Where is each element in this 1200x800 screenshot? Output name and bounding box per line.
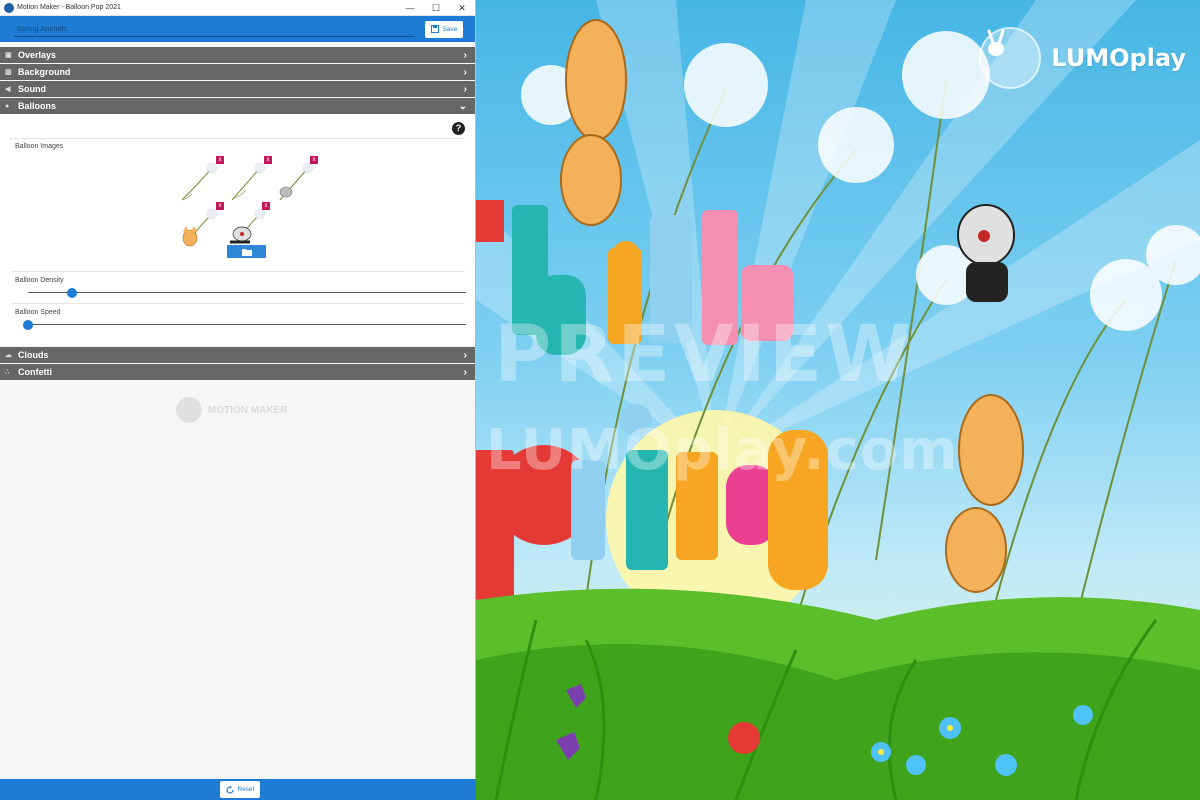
chevron-right-icon: › [463,49,467,61]
delete-image-button[interactable]: x [264,156,272,164]
help-icon[interactable]: ? [452,122,465,135]
section-overlays-label: Overlays [18,50,57,60]
chevron-right-icon: › [463,349,467,361]
balloon-density-label: Balloon Density [15,277,64,284]
motion-maker-watermark-text: MOTION MAKER [208,404,288,416]
cloud-icon: ☁ [5,352,12,359]
reset-button[interactable]: Reset [220,781,260,798]
section-confetti[interactable]: ∴ Confetti › [0,364,475,380]
dandelion-thumb-icon [231,162,266,201]
save-button[interactable]: Save [425,20,463,38]
balloon-icon: ● [5,102,10,110]
motion-maker-watermark: MOTION MAKER [176,397,287,423]
divider [10,303,465,304]
section-background-label: Background [18,67,71,77]
top-toolbar: Save [0,16,475,42]
lumoplay-rabbit-icon [979,27,1042,89]
lumoplay-logo-text: LUMOplay [1051,44,1186,72]
save-button-label: Save [442,25,458,33]
balloon-speed-label: Balloon Speed [15,309,61,316]
balloon-speed-slider[interactable] [23,320,466,330]
preview-watermark-url: LUMOplay.com [486,418,959,483]
maximize-button[interactable]: ☐ [423,0,449,16]
minimize-button[interactable]: — [397,0,423,16]
confetti-icon: ∴ [5,369,10,376]
bottom-toolbar: Reset [0,779,476,800]
balloon-density-thumb[interactable] [66,288,77,298]
balloon-density-slider[interactable] [28,288,466,298]
balloon-image-thumb[interactable]: x [226,156,272,204]
folder-open-icon [241,248,252,256]
lumoplay-logo: LUMOplay [979,27,1186,89]
delete-image-button[interactable]: x [262,202,270,210]
motion-maker-window: Motion Maker - Balloon Pop 2021 — ☐ ✕ Sa… [0,0,476,800]
reset-button-label: Reset [237,786,255,793]
add-image-button[interactable] [227,245,266,258]
fox-dandelion-thumb-icon [182,208,218,247]
balloon-image-thumb[interactable]: x [272,156,318,204]
chevron-right-icon: › [463,366,467,378]
chevron-right-icon: › [463,83,467,95]
window-title: Motion Maker - Balloon Pop 2021 [17,4,121,11]
balloon-image-thumb[interactable]: x [178,202,224,250]
chevron-right-icon: › [463,66,467,78]
section-background[interactable]: ▨ Background › [0,64,475,80]
section-sound[interactable]: ◀ Sound › [0,81,475,97]
app-icon [4,2,14,13]
preview-watermark-text: PREVIEW [494,310,915,400]
slider-track [28,324,466,325]
balloon-speed-thumb[interactable] [23,320,33,330]
chevron-down-icon: ⌄ [458,100,467,112]
slider-track [28,292,466,293]
section-balloons-label: Balloons [18,101,57,111]
preview-canvas: PREVIEW LUMOplay.com LUMOplay [476,0,1200,800]
spring-scene-illustration [476,0,1200,800]
section-clouds[interactable]: ☁ Clouds › [0,347,475,363]
balloon-images-label: Balloon Images [15,143,64,150]
reset-icon [225,785,234,794]
section-overlays[interactable]: ▣ Overlays › [0,47,475,63]
section-balloons[interactable]: ● Balloons ⌄ [0,98,475,114]
section-confetti-label: Confetti [18,367,52,377]
save-icon [430,25,439,33]
balloons-panel: ? Balloon Images x x x x x Balloon Densi… [0,114,475,346]
delete-image-button[interactable]: x [216,202,224,210]
delete-image-button[interactable]: x [310,156,318,164]
speaker-icon: ◀ [5,86,11,93]
project-name-input[interactable] [14,21,415,37]
overlays-icon: ▣ [5,52,12,59]
squirrel-dandelion-thumb-icon [279,162,314,201]
title-bar: Motion Maker - Balloon Pop 2021 — ☐ ✕ [0,0,475,16]
raccoon-dandelion-thumb-icon [230,208,266,244]
image-icon: ▨ [5,69,12,76]
delete-image-button[interactable]: x [216,156,224,164]
close-button[interactable]: ✕ [449,0,475,16]
divider [10,138,465,139]
motion-maker-logo-icon [176,397,202,423]
divider [10,271,465,272]
section-sound-label: Sound [18,84,46,94]
dandelion-thumb-icon [181,162,218,201]
balloon-image-thumb[interactable]: x [178,156,224,204]
balloon-image-thumb[interactable]: x [224,202,270,250]
section-clouds-label: Clouds [18,350,49,360]
